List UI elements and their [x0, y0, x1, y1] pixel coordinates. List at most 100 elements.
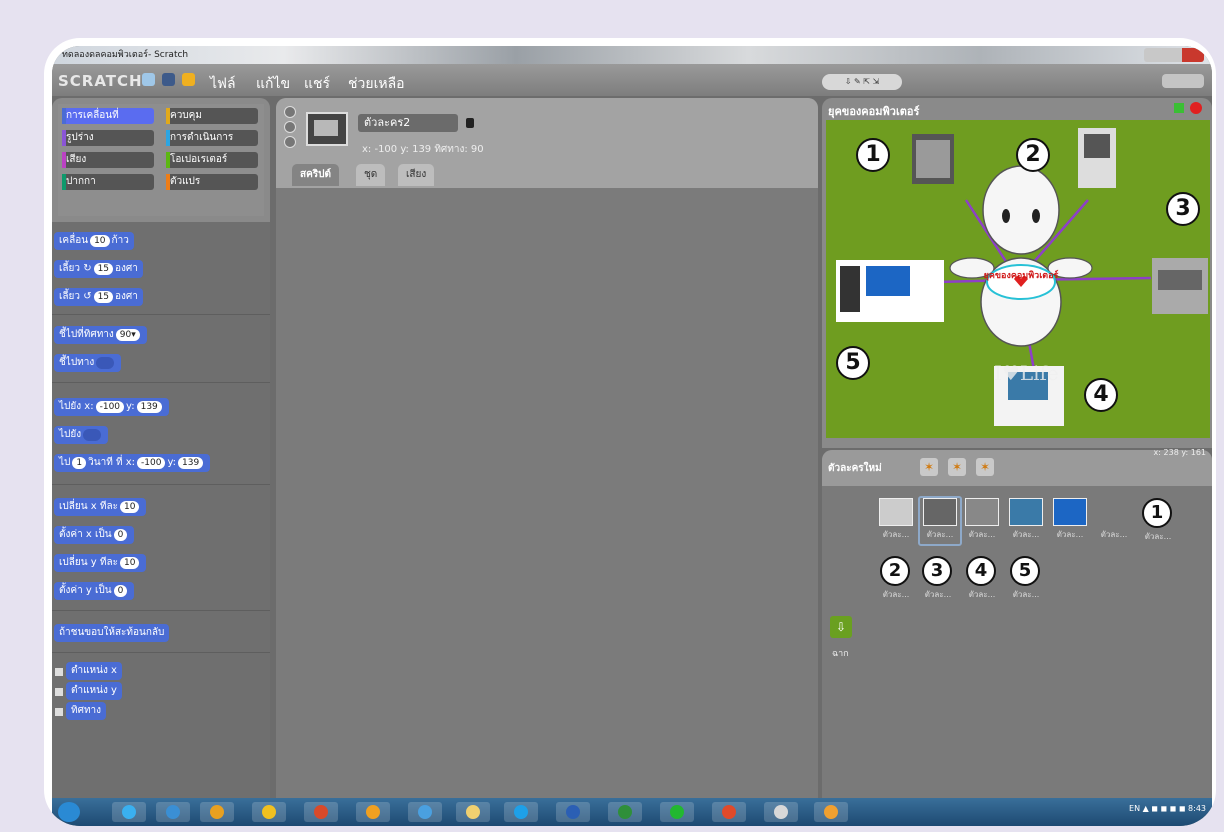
stage-panel: ยุคของคอมพิวเตอร์ I♥Life ยุคของคอมพิวเตอ…: [822, 98, 1212, 448]
chrome-icon[interactable]: [304, 802, 338, 822]
sprite-thumb[interactable]: ตัวละ...: [1006, 498, 1046, 544]
block-goto[interactable]: ไปยัง: [54, 426, 109, 444]
checkbox-y-position[interactable]: [55, 688, 63, 696]
explorer-icon[interactable]: [156, 802, 190, 822]
rounded-frame: ทดลองดลคอมพิวเตอร์- Scratch SCRATCH ไฟล์…: [44, 38, 1216, 826]
green-flag-icon[interactable]: [1174, 103, 1184, 113]
block-turn-cw[interactable]: เลี้ยว ↻ 15 องศา: [54, 260, 143, 278]
app-icon[interactable]: [252, 802, 286, 822]
stage-canvas[interactable]: I♥Life ยุคของคอมพิวเตอร์ 1 2 3 4 5: [826, 120, 1210, 438]
edit-mode-buttons[interactable]: ⇩ ✎ ⇱ ⇲: [822, 74, 902, 90]
window-titlebar: ทดลองดลคอมพิวเตอร์- Scratch: [52, 46, 1212, 64]
reporter-x-position[interactable]: ตำแหน่ง x: [66, 662, 122, 680]
stage-number-2: 2: [1016, 138, 1050, 172]
window-title: ทดลองดลคอมพิวเตอร์- Scratch: [62, 50, 189, 60]
stage-watermark: I♥Life: [994, 361, 1059, 385]
scratch-window: ทดลองดลคอมพิวเตอร์- Scratch SCRATCH ไฟล์…: [52, 46, 1212, 826]
sprite-thumb[interactable]: 2 ตัวละ...: [876, 556, 916, 602]
choose-sprite-icon[interactable]: ✶: [948, 458, 966, 476]
app-icon[interactable]: [712, 802, 746, 822]
sprite-thumb[interactable]: ตัวละ...: [962, 498, 1002, 544]
category-operators[interactable]: โอเปอเรเตอร์: [166, 152, 258, 168]
tab-scripts[interactable]: สคริปต์: [292, 164, 340, 186]
category-motion[interactable]: การเคลื่อนที่: [62, 108, 154, 124]
block-point-direction[interactable]: ชี้ไปที่ทิศทาง 90▾: [54, 326, 147, 344]
line-icon[interactable]: [660, 802, 694, 822]
skype-icon[interactable]: [504, 802, 538, 822]
sprite-thumbnail: [306, 112, 348, 146]
paint-icon[interactable]: [764, 802, 798, 822]
save-icon[interactable]: [162, 73, 175, 86]
block-palette: เคลื่อน 10 ก้าว เลี้ยว ↻ 15 องศา เลี้ยว ↺ 15 อ…: [52, 222, 270, 802]
menu-bar: SCRATCH ไฟล์ แก้ไข แชร์ ช่วยเหลือ ⇩ ✎ ⇱ …: [52, 64, 1212, 96]
stage-center-text: ยุคของคอมพิวเตอร์: [984, 269, 1059, 281]
category-sensing[interactable]: การดำเนินการ: [166, 130, 258, 146]
window-controls[interactable]: [1144, 48, 1204, 62]
close-icon[interactable]: [1182, 48, 1204, 62]
app-icon[interactable]: [356, 802, 390, 822]
folder-icon[interactable]: [456, 802, 490, 822]
category-pen[interactable]: ปากกา: [62, 174, 154, 190]
block-turn-ccw[interactable]: เลี้ยว ↺ 15 องศา: [54, 288, 143, 306]
block-change-x[interactable]: เปลี่ยน x ทีละ 10: [54, 498, 147, 516]
paint-sprite-icon[interactable]: ✶: [920, 458, 938, 476]
word-icon[interactable]: [556, 802, 590, 822]
sprite-thumb[interactable]: 4 ตัวละ...: [962, 556, 1002, 602]
stage-view-buttons[interactable]: [1162, 74, 1204, 88]
block-glide[interactable]: ไป 1 วินาที ที่ x: -100 y: 139: [54, 454, 211, 472]
ie-icon[interactable]: [112, 802, 146, 822]
block-set-x[interactable]: ตั้งค่า x เป็น 0: [54, 526, 135, 544]
rotation-style-buttons[interactable]: [284, 106, 298, 148]
scratch-logo: SCRATCH: [58, 72, 143, 90]
share-icon[interactable]: [182, 73, 195, 86]
random-sprite-icon[interactable]: ✶: [976, 458, 994, 476]
reporter-direction[interactable]: ทิศทาง: [66, 702, 107, 720]
stage-number-3: 3: [1166, 192, 1200, 226]
menu-help[interactable]: ช่วยเหลือ: [348, 73, 405, 95]
app-icon[interactable]: [408, 802, 442, 822]
category-looks[interactable]: รูปร่าง: [62, 130, 154, 146]
block-point-towards[interactable]: ชี้ไปทาง: [54, 354, 122, 372]
block-set-y[interactable]: ตั้งค่า y เป็น 0: [54, 582, 135, 600]
stage-thumb[interactable]: ⇩: [830, 616, 852, 638]
sprite-thumb[interactable]: ตัวละ...: [876, 498, 916, 544]
scratch-cat-icon[interactable]: [814, 802, 848, 822]
category-sound[interactable]: เสียง: [62, 152, 154, 168]
menu-file[interactable]: ไฟล์: [210, 73, 236, 95]
media-icon[interactable]: [200, 802, 234, 822]
stage-number-4: 4: [1084, 378, 1118, 412]
checkbox-direction[interactable]: [55, 708, 63, 716]
menu-edit[interactable]: แก้ไข: [256, 73, 290, 95]
reporter-y-position[interactable]: ตำแหน่ง y: [66, 682, 122, 700]
menu-share[interactable]: แชร์: [304, 73, 330, 95]
windows-taskbar: EN ▲ ◼ ◼ ◼ ◼ 8:43: [52, 798, 1212, 826]
sprite-thumb-selected[interactable]: ตัวละ...: [918, 496, 962, 546]
sprite-thumb[interactable]: 5 ตัวละ...: [1006, 556, 1046, 602]
tab-sounds[interactable]: เสียง: [398, 164, 435, 186]
block-bounce[interactable]: ถ้าชนขอบให้สะท้อนกลับ: [54, 624, 170, 642]
block-move[interactable]: เคลื่อน 10 ก้าว: [54, 232, 134, 250]
sprite-list-panel: ตัวละครใหม่ ✶ ✶ ✶ x: 238 y: 161 ตัวละ...…: [822, 448, 1212, 800]
stage-thumb-label: ฉาก: [832, 649, 849, 659]
sprite-header: ตัวละคร2 x: -100 y: 139 ทิศทาง: 90 สคริป…: [276, 98, 818, 188]
block-goto-xy[interactable]: ไปยัง x: -100 y: 139: [54, 398, 169, 416]
lock-icon[interactable]: [466, 118, 474, 128]
category-variables[interactable]: ตัวแปร: [166, 174, 258, 190]
sprite-thumb[interactable]: ตัวละ...: [1094, 498, 1134, 544]
checkbox-x-position[interactable]: [55, 668, 63, 676]
scripts-canvas[interactable]: [276, 188, 818, 798]
sprite-coordinates: x: -100 y: 139 ทิศทาง: 90: [362, 144, 484, 155]
excel-icon[interactable]: [608, 802, 642, 822]
stop-icon[interactable]: [1190, 102, 1202, 114]
sprite-thumb[interactable]: ตัวละ...: [1050, 498, 1090, 544]
category-control[interactable]: ควบคุม: [166, 108, 258, 124]
start-button[interactable]: [58, 802, 80, 822]
sprite-thumb[interactable]: 1 ตัวละ...: [1138, 498, 1178, 544]
sprite-name-field[interactable]: ตัวละคร2: [358, 114, 458, 132]
block-change-y[interactable]: เปลี่ยน y ทีละ 10: [54, 554, 147, 572]
globe-icon[interactable]: [142, 73, 155, 86]
sprite-thumb[interactable]: 3 ตัวละ...: [918, 556, 958, 602]
sprite-list-header: ตัวละครใหม่ ✶ ✶ ✶ x: 238 y: 161: [822, 448, 1212, 486]
stage-title: ยุคของคอมพิวเตอร์: [828, 105, 920, 118]
tab-costumes[interactable]: ชุด: [356, 164, 386, 186]
